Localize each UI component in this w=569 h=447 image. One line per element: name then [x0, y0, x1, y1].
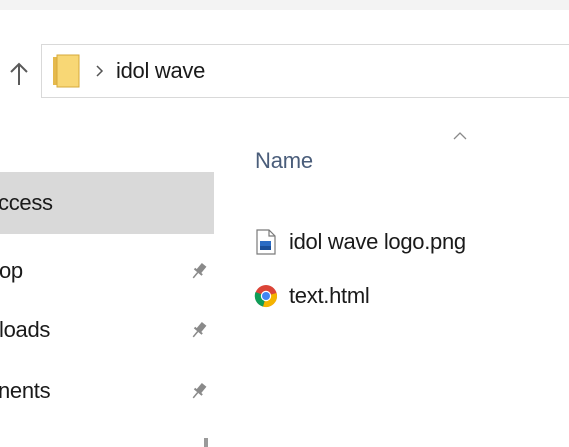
up-button[interactable] [4, 52, 34, 96]
file-row[interactable]: text.html [248, 276, 548, 316]
breadcrumb-item[interactable]: idol wave [116, 58, 205, 84]
chevron-right-icon[interactable] [95, 65, 105, 77]
nav-item-label: loads [0, 317, 51, 342]
address-bar[interactable]: idol wave [41, 44, 569, 98]
pin-icon[interactable] [190, 381, 208, 401]
nav-item-label: ccess [0, 190, 53, 215]
pin-icon[interactable] [190, 261, 208, 281]
file-name: text.html [289, 283, 370, 308]
ribbon-edge [0, 0, 569, 10]
file-row[interactable]: idol wave logo.png [248, 222, 548, 262]
navigation-pane: ccess op loads nents [0, 150, 225, 447]
sort-ascending-icon [450, 128, 470, 142]
image-file-icon [253, 227, 279, 257]
nav-item-quick-access[interactable]: ccess [0, 172, 214, 234]
file-name: idol wave logo.png [289, 229, 466, 254]
file-explorer-window: idol wave ccess op loads nents Name idol… [0, 0, 569, 447]
nav-item-downloads[interactable]: loads [0, 299, 214, 361]
scroll-indicator [204, 438, 208, 447]
chrome-html-icon [253, 281, 279, 311]
arrow-up-icon [10, 62, 28, 85]
folder-icon [52, 54, 82, 88]
nav-item-label: op [0, 258, 23, 283]
pin-icon[interactable] [190, 320, 208, 340]
nav-item-desktop[interactable]: op [0, 240, 214, 302]
nav-item-documents[interactable]: nents [0, 360, 214, 422]
nav-item-label: nents [0, 378, 51, 403]
column-header-name[interactable]: Name [255, 148, 313, 174]
